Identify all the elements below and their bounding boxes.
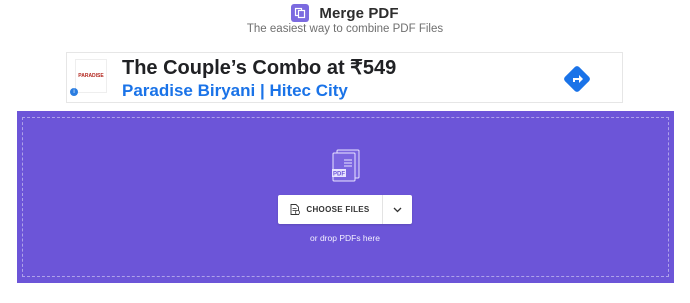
ad-brand-logo: PARADISE	[75, 59, 107, 93]
ad-brand-logo-text: PARADISE	[78, 73, 104, 79]
file-add-icon	[290, 204, 301, 215]
ad-info-icon[interactable]: i	[70, 88, 78, 96]
ad-subline[interactable]: Paradise Biryani | Hitec City	[122, 81, 348, 101]
ad-headline[interactable]: The Couple’s Combo at ₹549	[122, 55, 396, 80]
choose-files-dropdown[interactable]	[383, 195, 412, 224]
chevron-down-icon	[393, 207, 402, 212]
choose-files-button[interactable]: CHOOSE FILES	[278, 195, 383, 224]
choose-files-label: CHOOSE FILES	[306, 205, 370, 214]
title-row: Merge PDF	[0, 4, 690, 22]
page-title: Merge PDF	[319, 4, 399, 22]
pdf-file-icon-label: PDF	[333, 172, 345, 178]
drop-hint-text: or drop PDFs here	[310, 233, 380, 243]
choose-files-button-group[interactable]: CHOOSE FILES	[278, 195, 412, 224]
merge-pages-icon	[291, 4, 310, 22]
page-subtitle: The easiest way to combine PDF Files	[246, 23, 444, 35]
directions-arrow-icon[interactable]	[563, 65, 591, 93]
advertisement-banner[interactable]: PARADISE i The Couple’s Combo at ₹549 Pa…	[66, 52, 623, 103]
pdf-file-icon: PDF	[332, 149, 360, 182]
page-header: Merge PDF The easiest way to combine PDF…	[0, 0, 690, 44]
